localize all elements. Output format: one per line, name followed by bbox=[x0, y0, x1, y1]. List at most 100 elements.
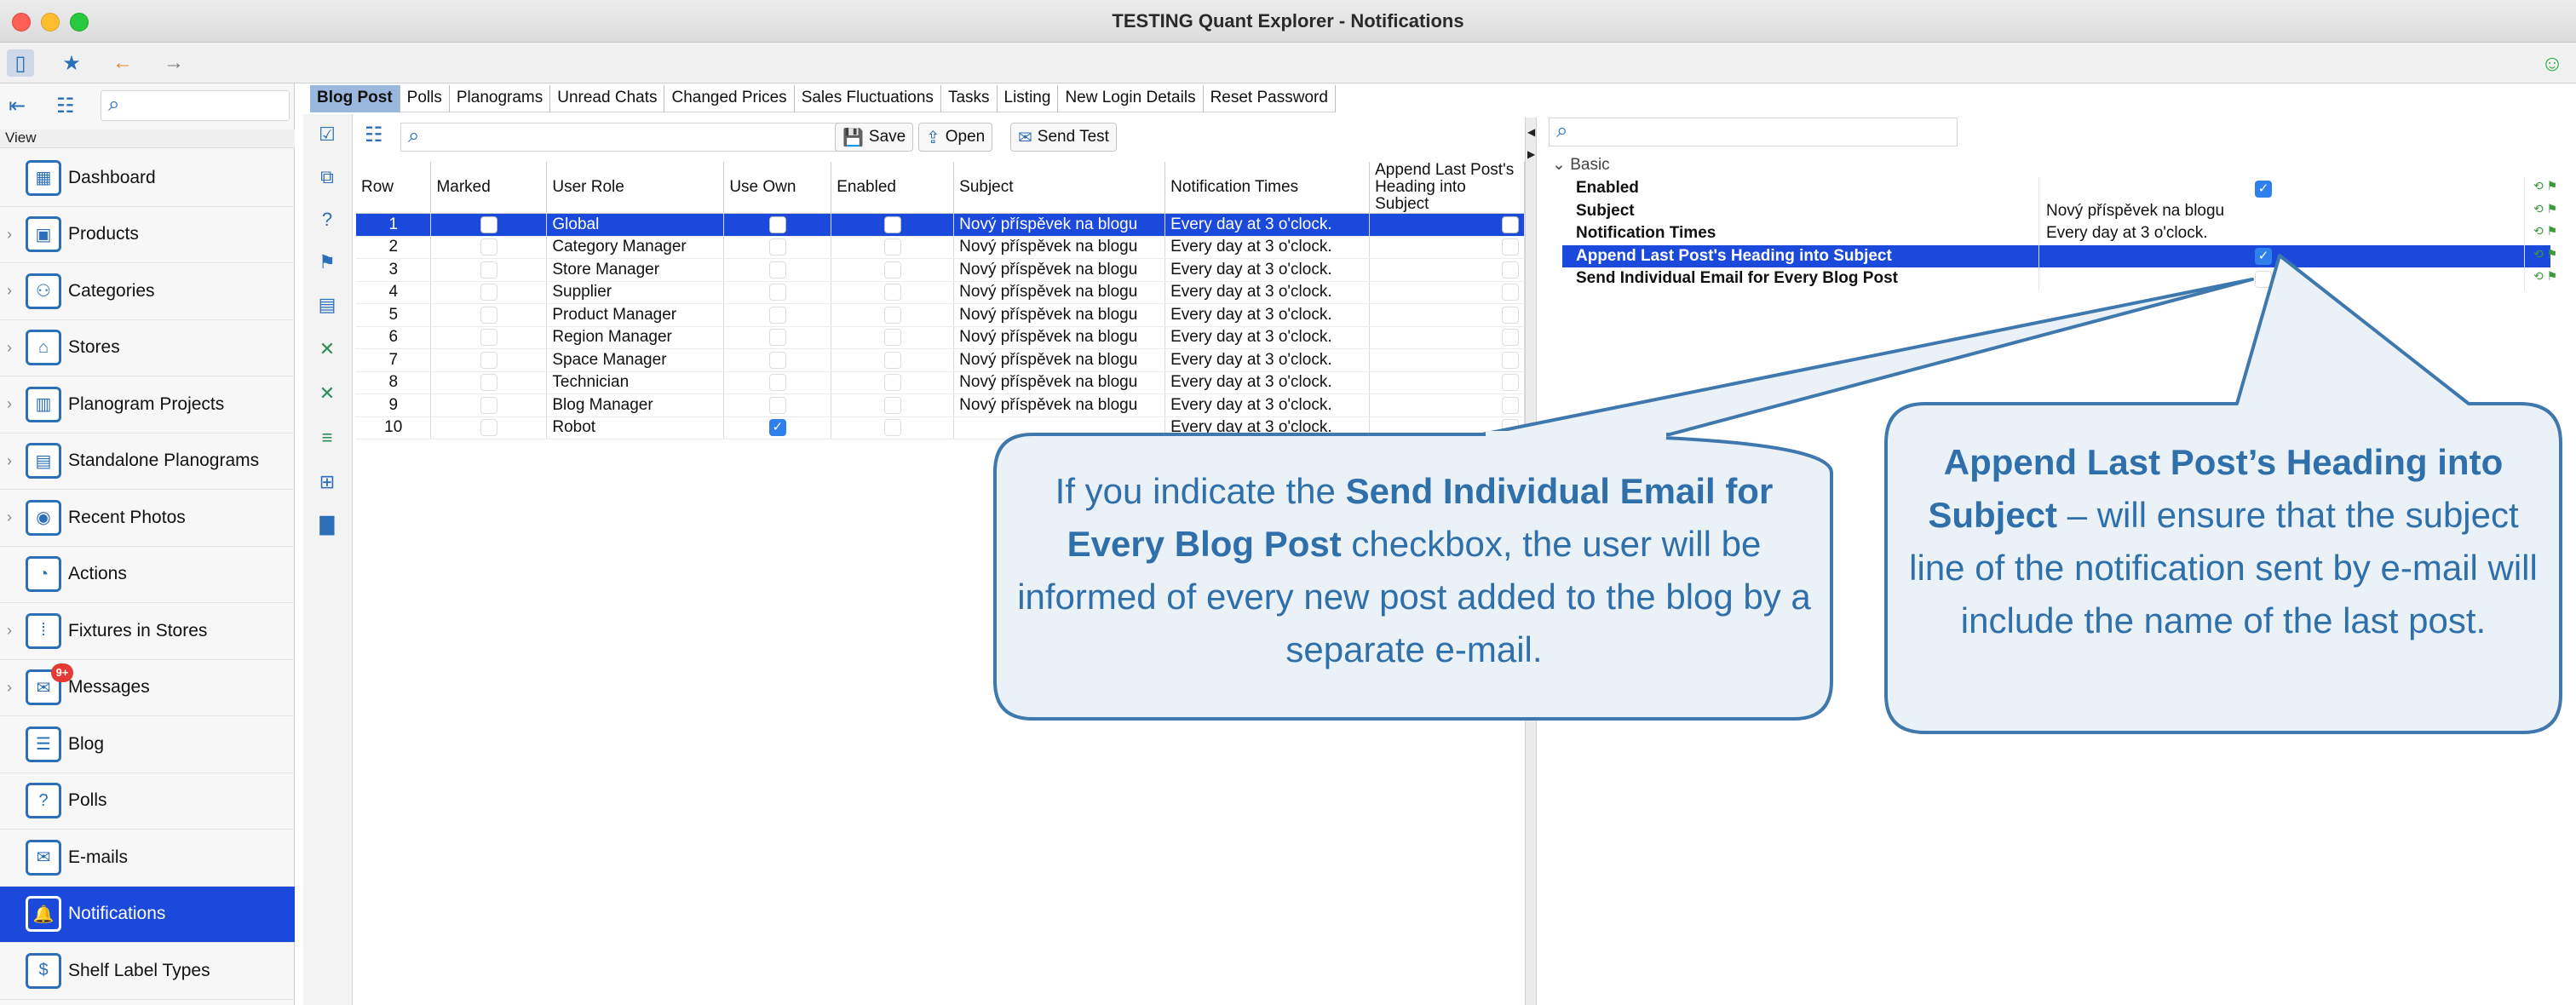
sidebar-search-input[interactable]: ⌕ bbox=[101, 90, 290, 121]
notification-times-cell[interactable]: Every day at 3 o'clock. bbox=[1164, 371, 1371, 394]
sidebar-item-planogram-projects[interactable]: › ▥ Planogram Projects bbox=[0, 376, 295, 434]
append-heading-cell[interactable] bbox=[1369, 348, 1525, 372]
property-row-notification-times[interactable]: Notification Times Every day at 3 o'clock… bbox=[1562, 222, 2557, 245]
sidebar-item-e-mails[interactable]: ✉ E-mails bbox=[0, 830, 295, 887]
chevron-right-icon[interactable]: › bbox=[7, 622, 12, 640]
use-own-cell[interactable] bbox=[723, 348, 832, 372]
tab-tasks[interactable]: Tasks bbox=[941, 85, 998, 112]
append-heading-cell[interactable] bbox=[1369, 236, 1525, 259]
tab-reset-password[interactable]: Reset Password bbox=[1204, 85, 1336, 112]
checkbox[interactable] bbox=[768, 306, 786, 324]
sidebar-item-standalone-planograms[interactable]: › ▤ Standalone Planograms bbox=[0, 434, 295, 490]
marked-cell[interactable] bbox=[430, 393, 548, 417]
sidebar-item-actions[interactable]: ◔ Actions bbox=[0, 547, 295, 603]
grid-search-input[interactable]: ⌕ bbox=[400, 123, 860, 152]
notification-times-cell[interactable]: Every day at 3 o'clock. bbox=[1164, 326, 1371, 349]
subject-cell[interactable]: Nový příspěvek na blogu bbox=[953, 348, 1166, 372]
column-header[interactable]: Marked bbox=[430, 162, 548, 214]
marked-cell[interactable] bbox=[430, 348, 548, 372]
enabled-cell[interactable] bbox=[831, 303, 955, 327]
property-reset-icon[interactable]: ⟲ ⚑ bbox=[2533, 269, 2557, 284]
view-settings-icon[interactable]: ☷ bbox=[56, 94, 75, 118]
checkbox[interactable] bbox=[883, 215, 901, 233]
checkbox[interactable] bbox=[768, 215, 786, 233]
use-own-cell[interactable] bbox=[723, 258, 832, 282]
checkbox[interactable] bbox=[1502, 351, 1519, 369]
property-search-input[interactable]: ⌕ bbox=[1549, 118, 1958, 146]
notification-times-cell[interactable]: Every day at 3 o'clock. bbox=[1164, 416, 1371, 439]
append-heading-cell[interactable] bbox=[1369, 393, 1525, 417]
sidebar-item-categories[interactable]: › ⚇ Categories bbox=[0, 263, 295, 320]
append-heading-cell[interactable] bbox=[1369, 416, 1525, 439]
sidebar-item-recent-photos[interactable]: › ◉ Recent Photos bbox=[0, 490, 295, 547]
select-all-icon[interactable]: ☑ bbox=[313, 121, 341, 148]
notification-times-cell[interactable]: Every day at 3 o'clock. bbox=[1164, 348, 1371, 372]
property-reset-icon[interactable]: ⟲ ⚑ bbox=[2533, 202, 2557, 216]
property-value-cell[interactable] bbox=[2039, 244, 2525, 267]
user-role-cell[interactable]: Blog Manager bbox=[546, 393, 725, 417]
subject-cell[interactable]: Nový příspěvek na blogu bbox=[953, 326, 1166, 349]
enabled-cell[interactable] bbox=[831, 281, 955, 304]
subject-cell[interactable]: Nový příspěvek na blogu bbox=[953, 236, 1166, 259]
property-row-append-last-post-s-heading-into-subject[interactable]: Append Last Post's Heading into Subject ✓… bbox=[1562, 244, 2557, 267]
notification-times-cell[interactable]: Every day at 3 o'clock. bbox=[1164, 303, 1371, 327]
notification-times-cell[interactable]: Every day at 3 o'clock. bbox=[1164, 213, 1371, 237]
property-value-cell[interactable] bbox=[2039, 177, 2525, 200]
user-role-cell[interactable]: Supplier bbox=[546, 281, 725, 304]
bar-chart-icon[interactable]: ▇ bbox=[313, 511, 341, 538]
property-reset-icon[interactable]: ⟲ ⚑ bbox=[2533, 179, 2557, 193]
user-role-cell[interactable]: Category Manager bbox=[546, 236, 725, 259]
sidebar-item-notifications[interactable]: 🔔 Notifications bbox=[0, 886, 295, 943]
column-header[interactable]: Enabled bbox=[831, 162, 955, 214]
checkbox[interactable] bbox=[1502, 374, 1519, 392]
tab-planograms[interactable]: Planograms bbox=[450, 85, 551, 112]
document-icon[interactable]: ▤ bbox=[313, 291, 341, 319]
sidebar-item-fixtures-in-stores[interactable]: › ⁞ Fixtures in Stores bbox=[0, 603, 295, 660]
copy-icon[interactable]: ⧉ bbox=[313, 164, 341, 191]
checkbox[interactable] bbox=[883, 374, 901, 392]
checkbox[interactable]: ✓ bbox=[768, 419, 786, 437]
send-test-button[interactable]: ✉ Send Test bbox=[1010, 123, 1117, 152]
tab-unread-chats[interactable]: Unread Chats bbox=[550, 85, 665, 112]
table-row[interactable]: 4 Supplier Nový příspěvek na blogu Every da… bbox=[356, 281, 1525, 304]
tab-changed-prices[interactable]: Changed Prices bbox=[664, 85, 795, 112]
checkbox[interactable] bbox=[480, 374, 497, 392]
column-header[interactable]: Row bbox=[356, 162, 432, 214]
marked-cell[interactable] bbox=[430, 236, 548, 259]
use-own-cell[interactable] bbox=[723, 303, 832, 327]
append-heading-cell[interactable] bbox=[1369, 303, 1525, 327]
checkbox[interactable]: ✓ bbox=[2255, 248, 2272, 266]
append-heading-cell[interactable] bbox=[1369, 326, 1525, 349]
checkbox[interactable] bbox=[1502, 261, 1519, 279]
use-own-cell[interactable] bbox=[723, 281, 832, 304]
sidebar-item-blog[interactable]: ☰ Blog bbox=[0, 716, 295, 773]
checkbox[interactable] bbox=[1502, 329, 1519, 347]
notification-times-cell[interactable]: Every day at 3 o'clock. bbox=[1164, 236, 1371, 259]
property-row-send-individual-email-for-every-blog-post[interactable]: Send Individual Email for Every Blog Pos… bbox=[1562, 267, 2557, 290]
marked-cell[interactable] bbox=[430, 371, 548, 394]
forward-arrow-icon[interactable]: → bbox=[160, 49, 187, 77]
sidebar-item-dashboard[interactable]: ▦ Dashboard bbox=[0, 150, 295, 207]
enabled-cell[interactable] bbox=[831, 416, 955, 439]
chevron-right-icon[interactable]: › bbox=[7, 226, 12, 244]
enabled-cell[interactable] bbox=[831, 348, 955, 372]
checkbox[interactable] bbox=[768, 329, 786, 347]
checkbox[interactable] bbox=[1502, 306, 1519, 324]
enabled-cell[interactable] bbox=[831, 236, 955, 259]
excel-export-icon[interactable]: ✕ bbox=[313, 336, 341, 363]
table-row[interactable]: 2 Category Manager Nový příspěvek na blogu… bbox=[356, 236, 1525, 259]
collapse-right-arrow-icon[interactable]: ▶ bbox=[1527, 148, 1535, 160]
checkbox[interactable] bbox=[480, 396, 497, 414]
append-heading-cell[interactable] bbox=[1369, 281, 1525, 304]
sidebar-item-polls[interactable]: ? Polls bbox=[0, 773, 295, 830]
checkbox[interactable] bbox=[883, 396, 901, 414]
table-settings-icon[interactable]: ☷ bbox=[365, 123, 383, 147]
pin-icon[interactable]: ⚑ bbox=[313, 249, 341, 276]
sidebar-item-products[interactable]: › ▣ Products bbox=[0, 207, 295, 263]
checkbox[interactable] bbox=[2255, 270, 2272, 288]
table-row[interactable]: 6 Region Manager Nový příspěvek na blogu Ev… bbox=[356, 326, 1525, 349]
checkbox[interactable] bbox=[768, 284, 786, 302]
checkbox[interactable] bbox=[480, 238, 497, 256]
enabled-cell[interactable] bbox=[831, 393, 955, 417]
append-heading-cell[interactable] bbox=[1369, 371, 1525, 394]
